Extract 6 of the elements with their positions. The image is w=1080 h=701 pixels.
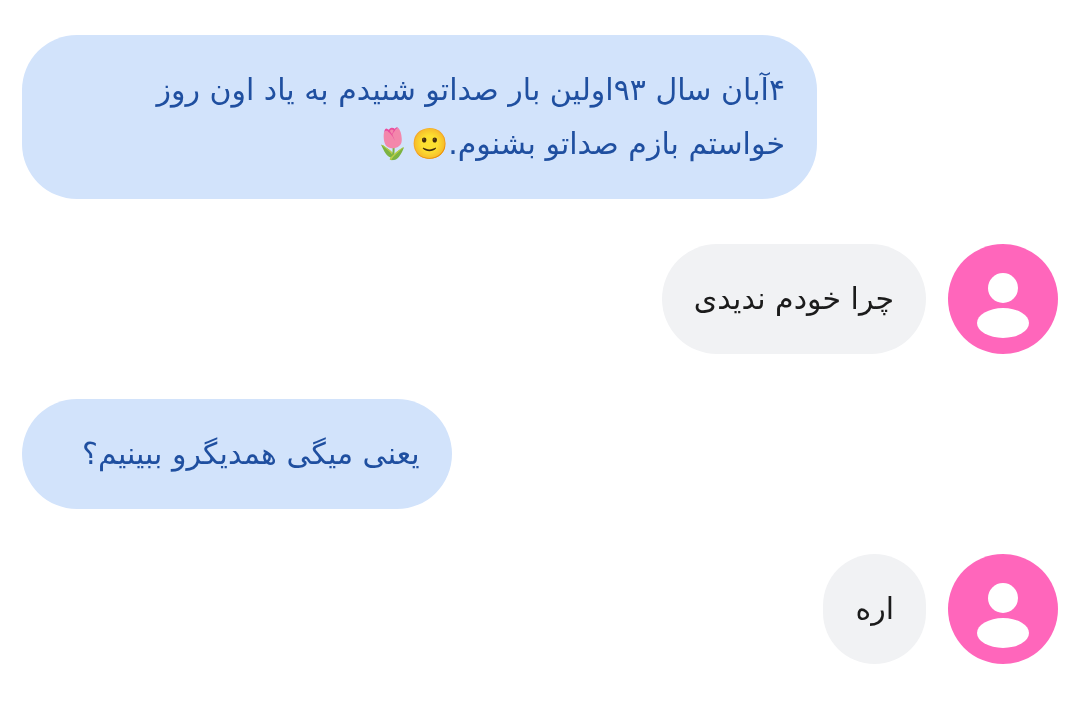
avatar-icon xyxy=(948,554,1058,664)
avatar-icon xyxy=(948,244,1058,354)
message-bubble: یعنی میگی همدیگرو ببینیم؟ xyxy=(22,399,452,509)
message-bubble: چرا خودم ندیدی xyxy=(661,244,926,354)
message-bubble: ۴آبان سال ۹۳اولین بار صداتو شنیدم به یاد اون روز خواستم بازم صداتو بشنوم.🙂🌷 xyxy=(22,35,817,199)
message-bubble: اره xyxy=(823,554,926,664)
